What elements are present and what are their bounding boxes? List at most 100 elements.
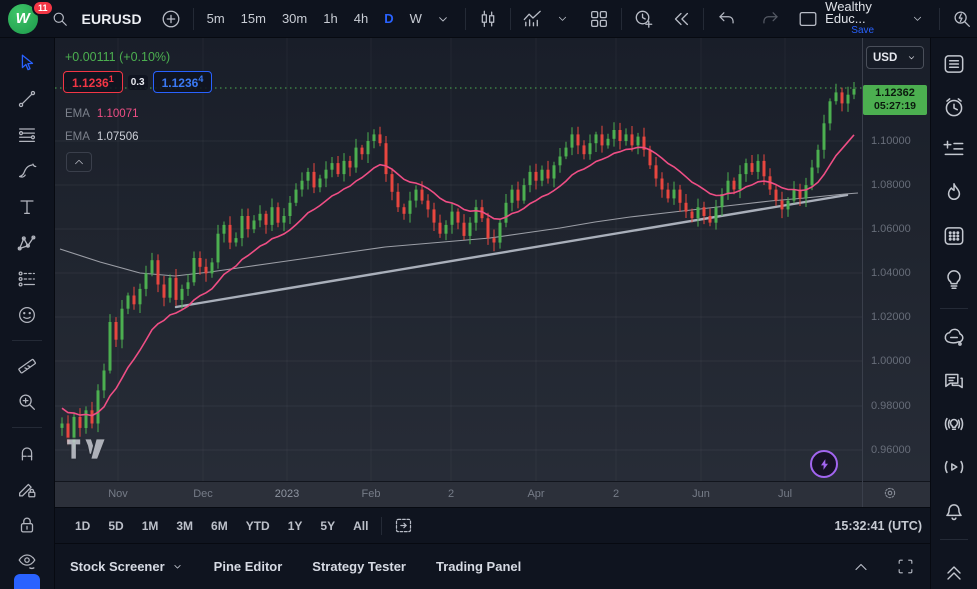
alerts-icon[interactable] [940, 93, 968, 121]
currency-selector[interactable]: USD [866, 46, 924, 69]
brush-tool-icon[interactable] [14, 158, 40, 184]
streams-icon[interactable] [940, 453, 968, 481]
add-symbol-icon[interactable] [156, 4, 186, 34]
interval-button-5m[interactable]: 5m [201, 7, 231, 30]
range-button-ytd[interactable]: YTD [239, 515, 277, 537]
calendar-icon[interactable] [940, 222, 968, 250]
panel-tab-trading-panel[interactable]: Trading Panel [436, 559, 521, 574]
candles-style-icon[interactable] [473, 4, 503, 34]
fib-retracement-tool-icon[interactable] [14, 122, 40, 148]
panel-expand-icon[interactable] [846, 552, 876, 582]
interval-button-4h[interactable]: 4h [348, 7, 374, 30]
layout-box-icon[interactable] [793, 4, 823, 34]
chat-icon[interactable] [940, 367, 968, 395]
price-axis[interactable]: 1.100001.080001.060001.040001.020001.000… [862, 38, 930, 481]
price-chart[interactable] [55, 38, 862, 481]
bottom-panel: Stock Screener Pine Editor Strategy Tester… [55, 543, 930, 589]
bid-button[interactable]: 1.12361 [63, 71, 123, 93]
price-tick-label: 1.08000 [871, 179, 911, 191]
add-alert-icon[interactable] [628, 4, 658, 34]
trend-line-tool-icon[interactable] [14, 86, 40, 112]
xabcd-pattern-tool-icon[interactable] [14, 230, 40, 256]
magnet-tool-icon[interactable] [14, 440, 40, 466]
hotlists-icon[interactable] [940, 179, 968, 207]
price-tick-label: 1.02000 [871, 311, 911, 323]
drawing-sync-lock-icon[interactable] [14, 476, 40, 502]
ideas-icon[interactable] [940, 265, 968, 293]
time-tick-label: 2023 [275, 488, 299, 500]
toolbar-divider [381, 517, 382, 535]
layout-name-button[interactable]: Wealthy Educ... Save [825, 1, 900, 37]
notifications-icon[interactable] [940, 496, 968, 524]
save-label[interactable]: Save [851, 25, 874, 37]
toolbar-divider [12, 427, 42, 428]
text-tool-icon[interactable] [14, 194, 40, 220]
zoom-in-tool-icon[interactable] [14, 389, 40, 415]
panel-tab-stock-screener[interactable]: Stock Screener [70, 559, 184, 574]
time-axis[interactable]: NovDec2023Feb2Apr2JunJul [55, 481, 930, 507]
bar-replay-icon[interactable] [666, 4, 696, 34]
undo-icon[interactable] [711, 4, 741, 34]
multichart-layout-icon[interactable] [584, 4, 614, 34]
range-button-6m[interactable]: 6M [204, 515, 235, 537]
bar-countdown: 05:27:19 [863, 100, 927, 113]
cursor-tool-icon[interactable] [14, 50, 40, 76]
redo-icon[interactable] [755, 4, 785, 34]
quick-search-icon[interactable] [947, 4, 977, 34]
ask-button[interactable]: 1.12364 [153, 71, 213, 93]
interval-button-30m[interactable]: 30m [276, 7, 313, 30]
interval-button-15m[interactable]: 15m [235, 7, 272, 30]
range-button-1d[interactable]: 1D [68, 515, 97, 537]
range-button-1m[interactable]: 1M [135, 515, 166, 537]
collapse-icon[interactable] [940, 555, 968, 583]
interval-chevron-icon[interactable] [428, 4, 458, 34]
panel-tab-pine-editor[interactable]: Pine Editor [214, 559, 283, 574]
currency-label: USD [873, 52, 897, 64]
time-tick-label: Jul [778, 488, 792, 500]
ema-fast-legend[interactable]: EMA 1.10071 [65, 108, 139, 120]
emoji-tool-icon[interactable] [14, 302, 40, 328]
price-tick-label: 1.04000 [871, 267, 911, 279]
indicators-icon[interactable] [518, 4, 548, 34]
go-to-date-icon[interactable] [388, 511, 418, 541]
interval-button-w[interactable]: W [404, 7, 428, 30]
hide-all-drawings-icon[interactable] [14, 548, 40, 574]
chart-pane[interactable]: +0.00111 (+0.10%) 1.12361 0.3 1.12364 EM… [55, 38, 930, 507]
tradingview-app: W 11 EURUSD 5m15m30m1h4hDW Wealthy Educ.… [0, 0, 977, 589]
interval-button-d[interactable]: D [378, 7, 399, 30]
panel-tabs: Stock Screener Pine Editor Strategy Tester… [70, 559, 521, 574]
sidebar-divider [940, 539, 968, 540]
panel-tab-label: Pine Editor [214, 559, 283, 574]
live-ideas-icon[interactable] [940, 410, 968, 438]
sidebar-divider [940, 308, 968, 309]
indicators-chevron-icon[interactable] [548, 4, 578, 34]
range-button-all[interactable]: All [346, 515, 375, 537]
legend-collapse-button[interactable] [66, 152, 92, 172]
boost-button[interactable] [810, 450, 838, 478]
spread-value: 0.3 [128, 75, 148, 90]
chevron-down-icon [171, 560, 184, 573]
measure-tool-icon[interactable] [14, 353, 40, 379]
ema-slow-legend[interactable]: EMA 1.07506 [65, 131, 139, 143]
range-button-5d[interactable]: 5D [101, 515, 130, 537]
range-button-3m[interactable]: 3M [169, 515, 200, 537]
text-notes-icon[interactable] [940, 136, 968, 164]
session-clock[interactable]: 15:32:41 (UTC) [834, 519, 922, 533]
interval-button-1h[interactable]: 1h [317, 7, 343, 30]
object-tree-icon[interactable] [14, 574, 40, 589]
watchlist-icon[interactable] [940, 50, 968, 78]
panel-tab-strategy-tester[interactable]: Strategy Tester [312, 559, 406, 574]
ema-slow-value: 1.07506 [97, 131, 139, 143]
user-menu-button[interactable]: W 11 [0, 4, 45, 34]
symbol-search-button[interactable]: EURUSD [45, 4, 141, 34]
range-button-1y[interactable]: 1Y [281, 515, 310, 537]
range-button-5y[interactable]: 5Y [313, 515, 342, 537]
bid-ask-quote: 1.12361 0.3 1.12364 [63, 71, 212, 93]
layout-chevron-icon[interactable] [902, 4, 932, 34]
price-tick-label: 1.00000 [871, 355, 911, 367]
lock-all-drawings-icon[interactable] [14, 512, 40, 538]
panel-maximize-icon[interactable] [890, 552, 920, 582]
forecast-tool-icon[interactable] [14, 266, 40, 292]
gear-icon[interactable] [881, 484, 901, 504]
minds-icon[interactable] [940, 324, 968, 352]
